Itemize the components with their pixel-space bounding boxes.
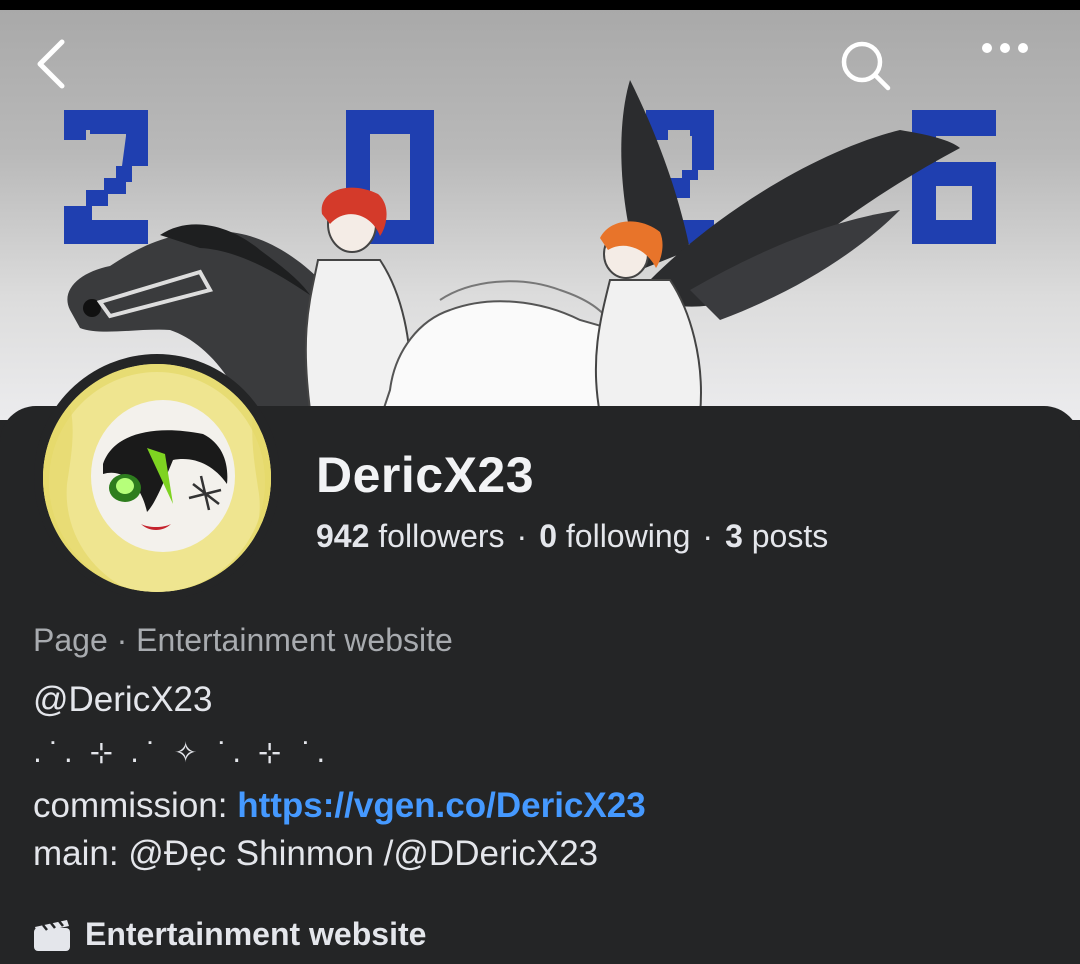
bio-main-line: main: @Đẹc Shinmon /@DDericX23: [33, 834, 599, 873]
page-category: Page · Entertainment website: [33, 622, 453, 658]
stat-separator: ·: [702, 518, 714, 554]
posts-label: posts: [751, 518, 829, 554]
following-label: following: [565, 518, 691, 554]
following-count: 0: [539, 518, 557, 554]
back-button[interactable]: [32, 38, 92, 98]
search-button[interactable]: [838, 38, 898, 98]
detail-category: Entertainment website: [33, 916, 426, 953]
profile-avatar[interactable]: [43, 364, 271, 592]
followers-stat[interactable]: 942 followers: [316, 518, 505, 554]
bio-handle: @DericX23: [33, 680, 213, 719]
detail-category-text: Entertainment website: [85, 916, 427, 952]
posts-count: 3: [725, 518, 743, 554]
status-bar: [0, 0, 1080, 10]
following-stat[interactable]: 0 following: [539, 518, 690, 554]
profile-name[interactable]: DericX23: [316, 446, 534, 504]
commission-link[interactable]: https://vgen.co/DericX23: [237, 786, 645, 825]
stat-separator: ·: [516, 518, 528, 554]
avatar-image: [43, 364, 271, 592]
profile-page: DericX23 942 followers · 0 following · 3 pos…: [0, 0, 1080, 964]
more-options-button[interactable]: [978, 38, 1038, 98]
followers-count: 942: [316, 518, 370, 554]
commission-label: commission:: [33, 786, 238, 825]
profile-stats: 942 followers · 0 following · 3 posts: [316, 518, 828, 555]
more-horizontal-icon: [982, 43, 1028, 53]
chevron-left-icon: [37, 39, 65, 89]
bio-commission-line: commission: https://vgen.co/DericX23: [33, 786, 646, 826]
bio-sparkles: .˙. ⊹ .˙ ✧ ˙. ⊹ ˙.: [33, 736, 330, 769]
clapperboard-icon: [33, 918, 71, 952]
followers-label: followers: [378, 518, 505, 554]
posts-stat[interactable]: 3 posts: [725, 518, 828, 554]
search-icon: [841, 41, 891, 91]
